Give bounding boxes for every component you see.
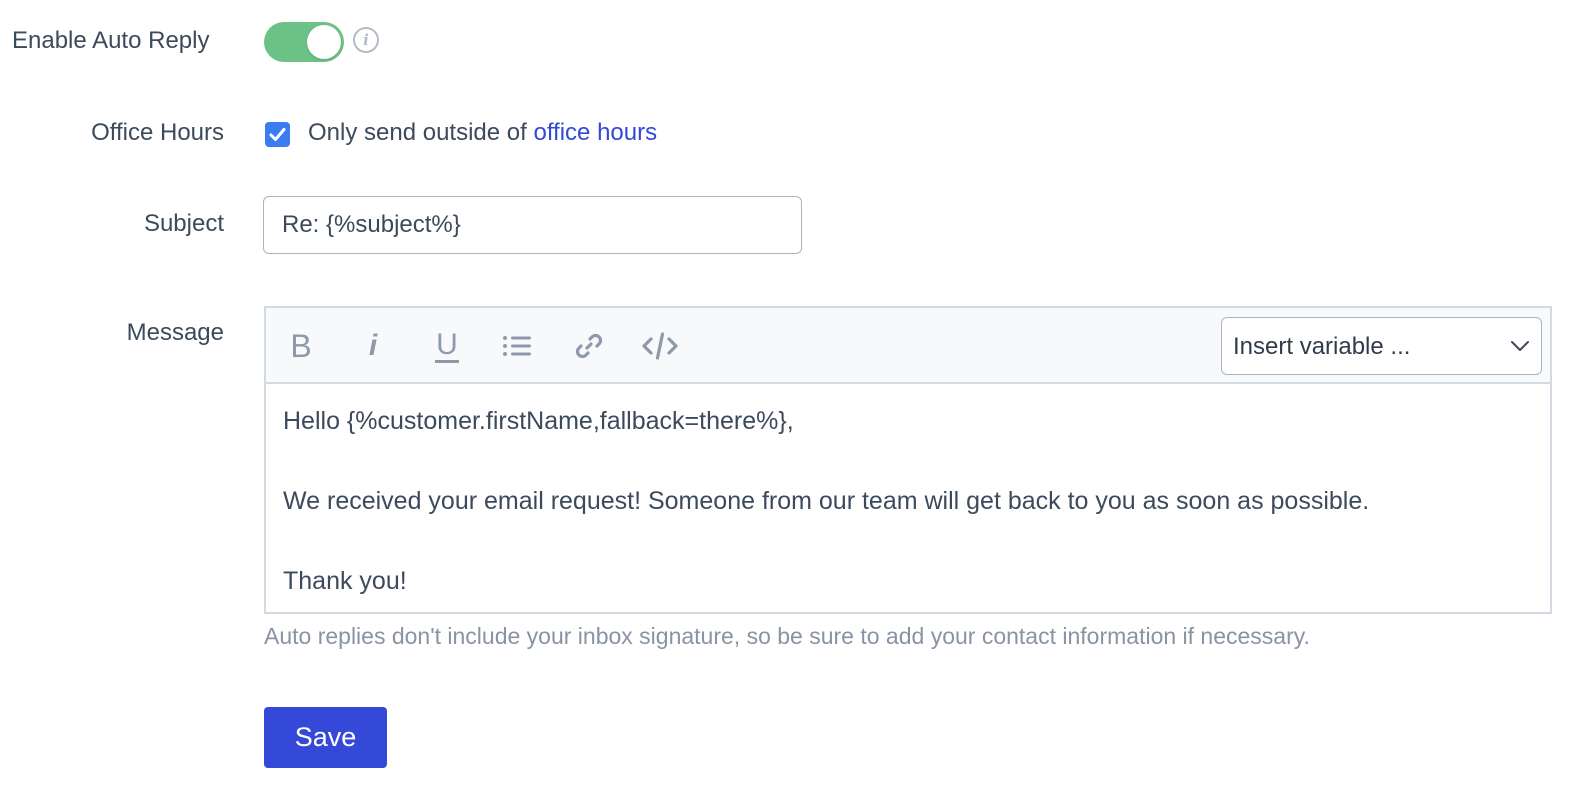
save-button[interactable]: Save xyxy=(264,707,387,768)
underline-button[interactable]: U xyxy=(427,326,467,366)
office-hours-label: Office Hours xyxy=(91,119,224,146)
subject-input[interactable] xyxy=(263,196,802,254)
italic-button[interactable]: i xyxy=(353,326,393,366)
message-editor: B i U Insert variable ... Hello {%custom… xyxy=(264,306,1552,614)
underline-icon: U xyxy=(435,327,459,363)
italic-icon: i xyxy=(368,329,378,362)
bold-icon: B xyxy=(290,327,312,364)
message-line: Hello {%customer.firstName,fallback=ther… xyxy=(283,407,794,435)
office-hours-description: Only send outside of office hours xyxy=(308,119,657,147)
office-hours-text: Only send outside of xyxy=(308,119,534,146)
bulleted-list-button[interactable] xyxy=(497,326,537,366)
bulleted-list-icon xyxy=(503,336,531,356)
message-line: Thank you! xyxy=(283,567,407,595)
auto-reply-toggle[interactable] xyxy=(264,22,344,62)
editor-toolbar: B i U Insert variable ... xyxy=(266,308,1550,384)
link-button[interactable] xyxy=(569,326,609,366)
message-label: Message xyxy=(126,319,224,346)
enable-auto-reply-label: Enable Auto Reply xyxy=(12,27,210,54)
info-icon[interactable]: i xyxy=(353,27,379,53)
message-line: We received your email request! Someone … xyxy=(283,487,1370,515)
checkmark-icon xyxy=(269,128,286,141)
insert-variable-label: Insert variable ... xyxy=(1233,333,1411,360)
office-hours-link[interactable]: office hours xyxy=(533,119,657,146)
signature-hint: Auto replies don't include your inbox si… xyxy=(264,623,1310,649)
message-blank-line xyxy=(283,441,1533,481)
chevron-down-icon xyxy=(1511,341,1529,351)
office-hours-checkbox[interactable] xyxy=(265,122,290,147)
message-blank-line xyxy=(283,521,1533,561)
link-icon xyxy=(575,333,603,359)
code-icon xyxy=(642,332,678,360)
toggle-knob xyxy=(307,25,341,59)
code-button[interactable] xyxy=(640,326,680,366)
bold-button[interactable]: B xyxy=(281,326,321,366)
insert-variable-select[interactable]: Insert variable ... xyxy=(1221,317,1542,375)
message-body[interactable]: Hello {%customer.firstName,fallback=ther… xyxy=(266,384,1550,612)
subject-label: Subject xyxy=(143,210,224,237)
